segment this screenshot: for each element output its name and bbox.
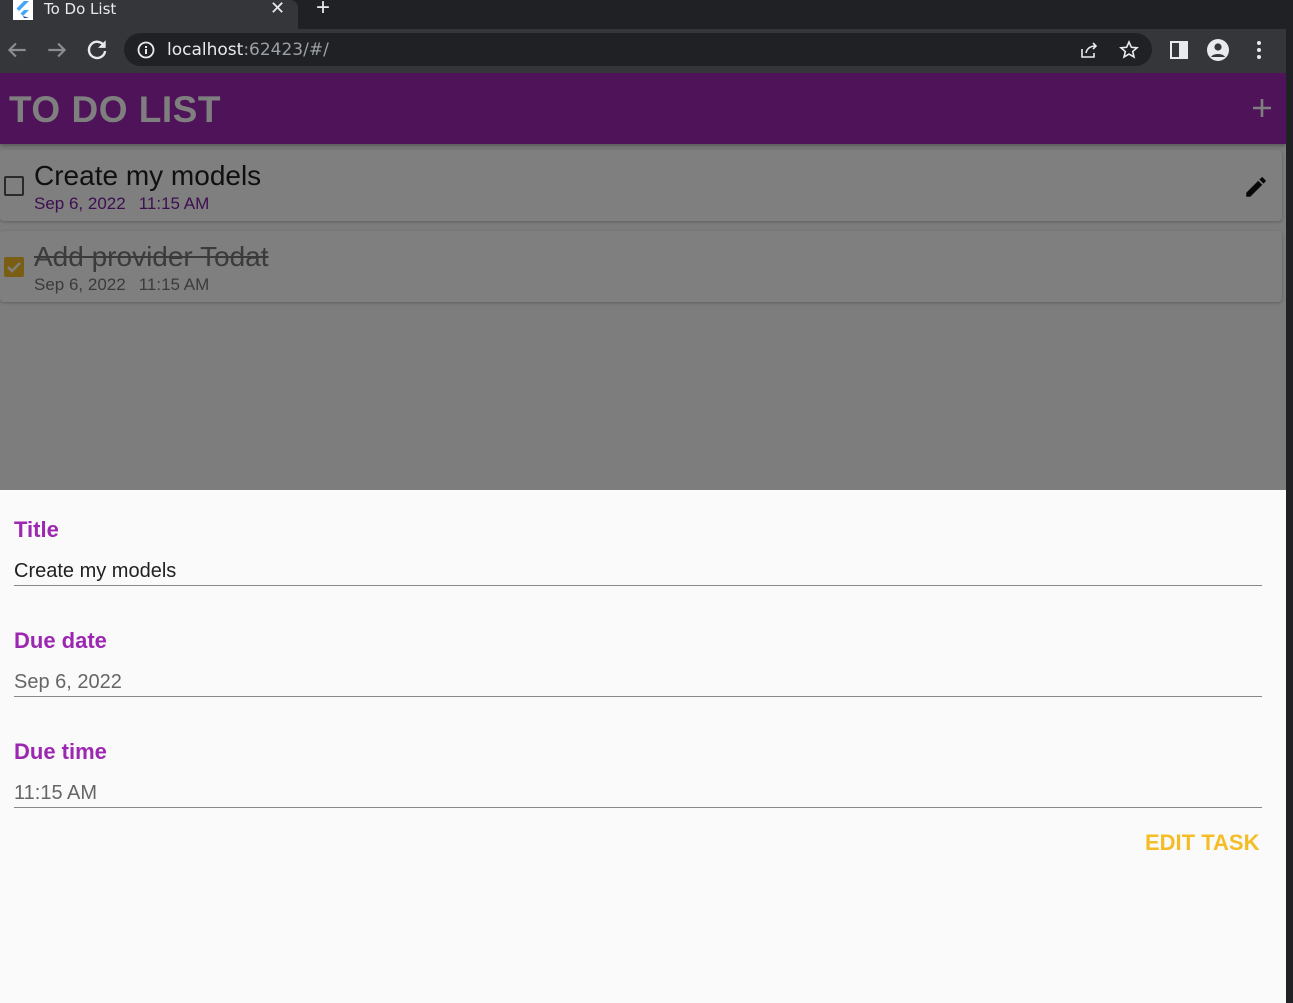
side-panel-icon[interactable] (1168, 39, 1190, 61)
reload-icon[interactable] (84, 37, 110, 63)
due-date-input[interactable]: Sep 6, 2022 (14, 671, 122, 694)
due-time-label: Due time (14, 739, 107, 764)
new-tab-button[interactable]: + (316, 0, 330, 20)
url-text[interactable]: localhost:62423/#/ (167, 40, 329, 60)
share-icon[interactable] (1079, 40, 1099, 60)
due-time-input[interactable]: 11:15 AM (14, 782, 97, 805)
bookmark-star-icon[interactable] (1119, 40, 1139, 60)
url-host: localhost (167, 40, 244, 60)
modal-barrier[interactable] (0, 73, 1286, 490)
close-tab-icon[interactable]: ✕ (270, 0, 285, 17)
url-path: :62423/#/ (243, 40, 329, 60)
profile-icon[interactable] (1207, 39, 1229, 61)
address-bar[interactable]: localhost:62423/#/ (124, 33, 1152, 66)
due-date-field[interactable]: Due date Sep 6, 2022 (14, 601, 1262, 697)
edit-task-button[interactable]: EDIT TASK (1145, 830, 1259, 856)
window-edge (1286, 0, 1293, 1003)
title-input[interactable]: Create my models (14, 560, 176, 583)
title-field[interactable]: Title Create my models (14, 490, 1262, 586)
flutter-icon (13, 0, 33, 20)
back-icon[interactable] (4, 37, 30, 63)
more-menu-icon[interactable] (1248, 39, 1270, 61)
title-label: Title (14, 517, 59, 542)
forward-icon[interactable] (44, 37, 70, 63)
browser-tabstrip: To Do List ✕ + (0, 0, 1286, 29)
browser-tab[interactable]: To Do List ✕ (0, 0, 298, 29)
tab-title: To Do List (44, 0, 117, 18)
due-time-field[interactable]: Due time 11:15 AM (14, 712, 1262, 808)
app-viewport: TO DO LIST Create my models Sep 6, 20221… (0, 73, 1286, 1003)
browser-toolbar: localhost:62423/#/ (0, 29, 1286, 73)
due-date-label: Due date (14, 628, 107, 653)
edit-task-sheet: Title Create my models Due date Sep 6, 2… (0, 490, 1286, 1003)
site-info-icon[interactable] (136, 40, 156, 60)
